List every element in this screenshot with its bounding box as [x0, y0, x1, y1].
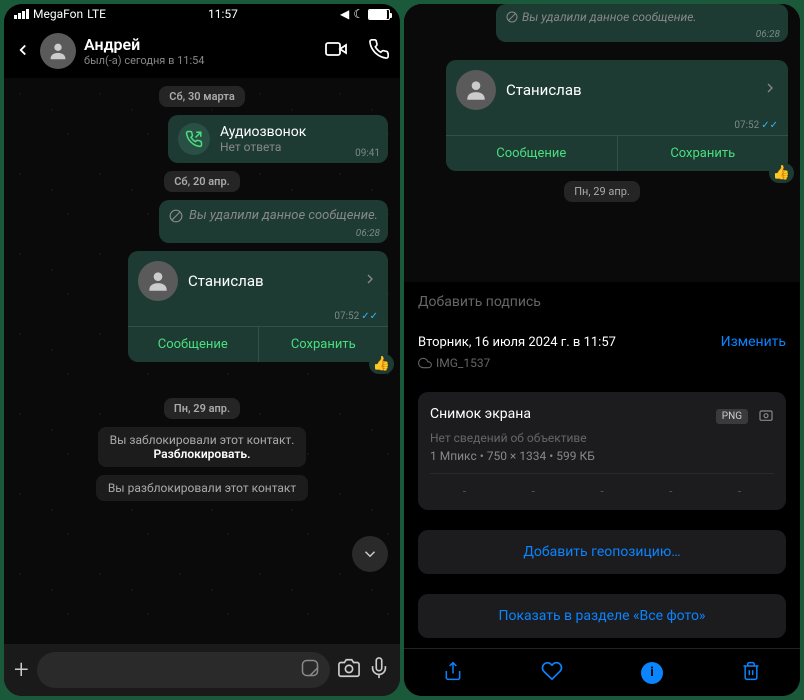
- message-time: 09:41: [355, 148, 380, 159]
- favorite-button[interactable]: [541, 660, 563, 686]
- format-badge: PNG: [716, 409, 748, 424]
- scroll-to-bottom-button[interactable]: [352, 536, 388, 572]
- clock: 11:57: [208, 7, 238, 21]
- attach-button[interactable]: +: [14, 655, 29, 685]
- shared-contact-name: Станислав: [188, 272, 352, 290]
- voice-call-button[interactable]: [368, 38, 390, 64]
- system-message-blocked[interactable]: Вы заблокировали этот контакт. Разблокир…: [98, 427, 307, 467]
- chat-header: Андрей был(-а) сегодня в 11:54: [4, 24, 400, 78]
- contact-card-message[interactable]: Станислав 07:52✓✓ Сообщение Сохранить 👍: [128, 251, 388, 362]
- message-input[interactable]: [37, 652, 330, 688]
- sticker-button[interactable]: [300, 658, 320, 682]
- show-all-photos-button[interactable]: Показать в разделе «Все фото»: [418, 594, 786, 638]
- chevron-right-icon: [362, 271, 378, 291]
- prohibited-icon: [169, 209, 183, 223]
- photo-date: Вторник, 16 июля 2024 г. в 11:57: [418, 335, 616, 350]
- image-specs: 1 Мпикс • 750 × 1334 • 599 КБ: [430, 449, 774, 463]
- deleted-message[interactable]: Вы удалили данное сообщение. 06:28: [159, 200, 388, 243]
- photos-info-screen: Вы удалили данное сообщение. 06:28 Стани…: [404, 4, 800, 696]
- shared-contact-avatar: [138, 261, 178, 301]
- add-location-button[interactable]: Добавить геопозицию…: [418, 530, 786, 574]
- network-label: LTE: [87, 7, 106, 21]
- read-ticks-icon: ✓✓: [361, 311, 378, 322]
- call-title: Аудиозвонок: [220, 124, 378, 140]
- date-separator: Сб, 20 апр.: [164, 171, 240, 192]
- contact-name: Андрей: [84, 35, 304, 54]
- date-separator: Сб, 30 марта: [159, 86, 244, 107]
- image-type-label: Снимок экрана: [430, 406, 531, 422]
- share-button[interactable]: [443, 661, 463, 685]
- photo-preview-area[interactable]: Вы удалили данное сообщение. 06:28 Стани…: [404, 4, 800, 282]
- preview-date: Пн, 29 апр.: [564, 181, 640, 202]
- filename-row: IMG_1537: [418, 356, 786, 370]
- battery-icon: [368, 9, 390, 20]
- save-contact-button[interactable]: Сохранить: [259, 327, 389, 362]
- whatsapp-chat-screen: MegaFon LTE 11:57 ◀ ☾ Андрей был(-а) сег…: [4, 4, 400, 696]
- call-message[interactable]: Аудиозвонок Нет ответа 09:41: [168, 115, 388, 163]
- info-button-active[interactable]: i: [641, 662, 663, 684]
- image-info-card: Снимок экрана PNG Нет сведений об объект…: [418, 392, 786, 510]
- back-button[interactable]: [14, 37, 32, 65]
- date-separator: Пн, 29 апр.: [164, 398, 240, 419]
- message-time: 07:52✓✓: [128, 311, 388, 326]
- video-call-button[interactable]: [324, 37, 348, 65]
- caption-input[interactable]: Добавить подпись: [404, 282, 800, 322]
- signal-icon: [14, 9, 29, 19]
- input-bar: +: [4, 644, 400, 696]
- exif-placeholders: -----: [430, 473, 774, 498]
- message-time: 06:28: [356, 228, 380, 239]
- location-icon: ◀: [340, 7, 349, 21]
- reaction-thumbs-up[interactable]: 👍: [369, 354, 394, 374]
- photo-toolbar: i: [404, 648, 800, 696]
- unblock-link[interactable]: Разблокировать.: [154, 447, 251, 461]
- contact-avatar[interactable]: [40, 33, 76, 69]
- delete-button[interactable]: [741, 661, 761, 685]
- camera-detail-icon: [758, 407, 774, 423]
- mic-button[interactable]: [368, 657, 390, 683]
- moon-icon: ☾: [353, 7, 364, 21]
- system-message-unblocked: Вы разблокировали этот контакт: [96, 475, 308, 501]
- outgoing-call-icon: [178, 123, 210, 155]
- camera-button[interactable]: [338, 657, 360, 683]
- lens-info: Нет сведений об объективе: [430, 431, 774, 445]
- last-seen: был(-а) сегодня в 11:54: [84, 54, 304, 67]
- cloud-icon: [418, 356, 432, 370]
- edit-button[interactable]: Изменить: [721, 334, 786, 350]
- preview-contact-card: Станислав 07:52✓✓ Сообщение Сохранить 👍: [446, 60, 788, 171]
- status-bar: MegaFon LTE 11:57 ◀ ☾: [4, 4, 400, 24]
- preview-deleted-message: Вы удалили данное сообщение. 06:28: [496, 4, 788, 42]
- chat-body[interactable]: Сб, 30 марта Аудиозвонок Нет ответа 09:4…: [4, 78, 400, 644]
- message-contact-button[interactable]: Сообщение: [128, 327, 259, 362]
- contact-info[interactable]: Андрей был(-а) сегодня в 11:54: [84, 35, 304, 67]
- photo-metadata: Вторник, 16 июля 2024 г. в 11:57 Изменит…: [404, 322, 800, 382]
- carrier-label: MegaFon: [33, 7, 83, 21]
